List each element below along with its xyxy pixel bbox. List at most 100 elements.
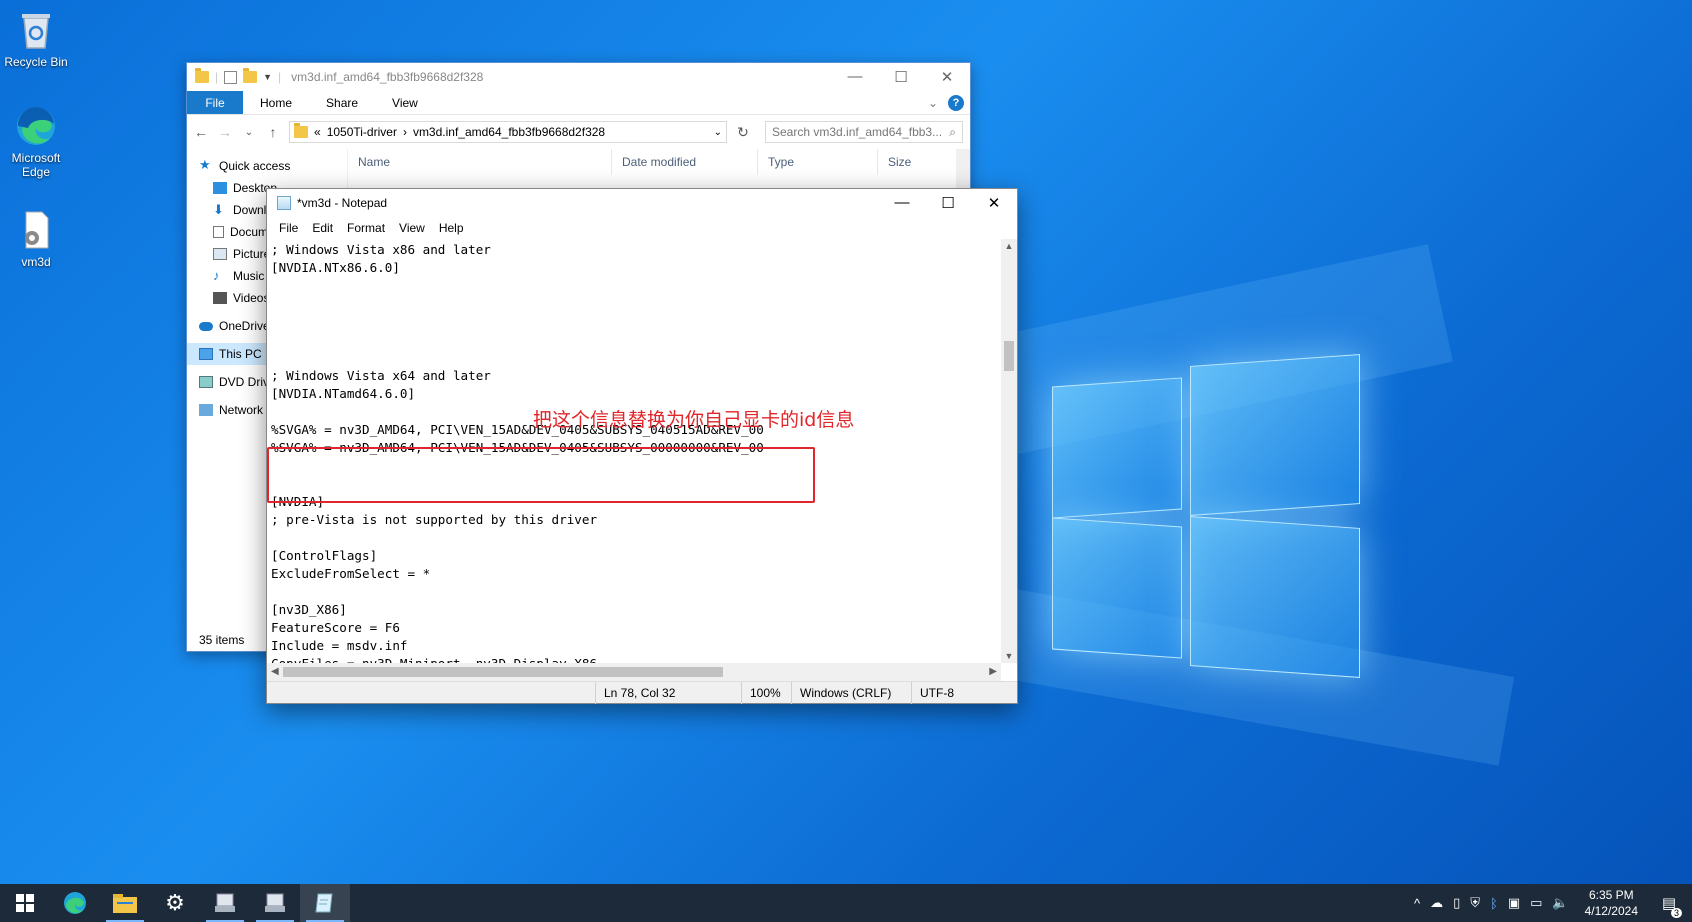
computer-icon <box>199 348 213 360</box>
text-line <box>271 583 997 601</box>
breadcrumb-1050ti-driver[interactable]: 1050Ti-driver <box>327 125 397 139</box>
item-count: 35 items <box>199 633 245 647</box>
notepad-status-bar: Ln 78, Col 32 100% Windows (CRLF) UTF-8 <box>267 681 1017 704</box>
text-line <box>271 313 997 331</box>
back-arrow-icon[interactable]: ← <box>193 124 209 140</box>
taskbar-device-manager[interactable] <box>200 884 250 922</box>
taskbar-notepad[interactable] <box>300 884 350 922</box>
expand-ribbon-icon[interactable]: ⌄ <box>928 96 938 110</box>
address-bar-row: ← → ⌄ ↑ « 1050Ti-driver › vm3d.inf_amd64… <box>187 115 970 149</box>
onedrive-cloud-icon[interactable]: ☁ <box>1430 895 1443 911</box>
scroll-down-arrow-icon[interactable]: ▼ <box>1001 651 1017 661</box>
nav-item-quick-access[interactable]: ★ Quick access <box>187 155 347 177</box>
desktop-icon-vm3d[interactable]: vm3d <box>0 208 74 269</box>
chevron-up-icon[interactable]: ^ <box>1414 896 1420 911</box>
scrollbar-thumb[interactable] <box>1004 341 1014 371</box>
address-bar[interactable]: « 1050Ti-driver › vm3d.inf_amd64_fbb3fb9… <box>289 121 727 143</box>
taskbar: ⚙ ^ ☁ ▯ ⛨ ᛒ ▣ ▭ 🔈 6:35 PM 4/12/2024 ▤ 3 <box>0 884 1692 922</box>
usb-drive-icon[interactable]: ▯ <box>1453 895 1460 911</box>
menu-view[interactable]: View <box>393 221 433 235</box>
text-line <box>271 295 997 313</box>
text-line: [ControlFlags] <box>271 548 378 563</box>
refresh-icon[interactable]: ↻ <box>735 124 751 141</box>
scrollbar-thumb[interactable] <box>283 667 723 677</box>
close-button[interactable]: ✕ <box>924 68 970 86</box>
notepad-vertical-scrollbar[interactable]: ▲ ▼ <box>1001 239 1017 663</box>
breadcrumb-separator[interactable]: › <box>403 125 407 139</box>
scroll-left-arrow-icon[interactable]: ◀ <box>271 663 279 681</box>
start-button[interactable] <box>0 884 50 922</box>
explorer-title: vm3d.inf_amd64_fbb3fb9668d2f328 <box>291 70 484 84</box>
forward-arrow-icon[interactable]: → <box>217 124 233 140</box>
address-dropdown-icon[interactable]: ⌄ <box>714 127 722 138</box>
maximize-button[interactable]: ☐ <box>925 194 971 212</box>
clock[interactable]: 6:35 PM 4/12/2024 <box>1579 887 1644 919</box>
bluetooth-icon[interactable]: ᛒ <box>1490 896 1498 911</box>
maximize-button[interactable]: ☐ <box>878 68 924 86</box>
settings-file-icon <box>14 208 58 252</box>
text-line <box>271 349 997 367</box>
breadcrumb-current-folder[interactable]: vm3d.inf_amd64_fbb3fb9668d2f328 <box>413 125 605 139</box>
security-shield-icon[interactable]: ⛨ <box>1470 895 1480 911</box>
star-icon: ★ <box>199 157 211 172</box>
notepad-horizontal-scrollbar[interactable]: ◀ ▶ <box>267 663 1001 681</box>
document-icon <box>213 226 224 238</box>
menu-file[interactable]: File <box>273 221 306 235</box>
notepad-text-area[interactable]: ; Windows Vista x86 and later [NVDIA.NTx… <box>267 239 1001 663</box>
taskbar-edge[interactable] <box>50 884 100 922</box>
customize-quick-access-icon[interactable]: ▼ <box>263 72 272 82</box>
annotation-text: 把这个信息替换为你自己显卡的id信息 <box>533 409 855 431</box>
explorer-titlebar[interactable]: | ▼ | vm3d.inf_amd64_fbb3fb9668d2f328 — … <box>187 63 970 91</box>
desktop-icon-label: Recycle Bin <box>4 55 68 69</box>
action-center-button[interactable]: ▤ 3 <box>1654 894 1684 918</box>
up-arrow-icon[interactable]: ↑ <box>265 124 281 140</box>
cloud-icon <box>199 321 213 331</box>
tab-file[interactable]: File <box>187 91 243 114</box>
explorer-scrollbar[interactable] <box>956 149 970 189</box>
music-note-icon: ♪ <box>213 268 220 283</box>
tab-home[interactable]: Home <box>243 91 309 114</box>
desktop-icon-recycle-bin[interactable]: Recycle Bin <box>0 8 74 69</box>
text-line: ; Windows Vista x64 and later <box>271 368 491 383</box>
column-header-type[interactable]: Type <box>758 149 878 175</box>
notepad-menu-bar: File Edit Format View Help <box>267 217 1017 239</box>
menu-help[interactable]: Help <box>433 221 472 235</box>
tab-share[interactable]: Share <box>309 91 375 114</box>
text-line <box>271 277 997 295</box>
column-header-name[interactable]: Name <box>348 149 612 175</box>
column-header-size[interactable]: Size <box>878 149 948 175</box>
notepad-icon <box>315 893 333 913</box>
desktop-icon-edge[interactable]: Microsoft Edge <box>0 104 74 179</box>
recycle-bin-icon <box>14 8 58 52</box>
meet-now-icon[interactable]: ▣ <box>1508 895 1520 911</box>
properties-icon[interactable] <box>224 70 238 84</box>
taskbar-file-explorer[interactable] <box>100 884 150 922</box>
notepad-titlebar[interactable]: *vm3d - Notepad — ☐ ✕ <box>267 189 1017 217</box>
search-icon: ⌕ <box>949 124 956 139</box>
menu-edit[interactable]: Edit <box>306 221 341 235</box>
device-manager-icon <box>215 893 235 912</box>
text-line: [NVDIA.NTx86.6.0] <box>271 260 400 275</box>
network-icon[interactable]: ▭ <box>1530 895 1542 911</box>
help-icon[interactable]: ? <box>948 94 964 111</box>
taskbar-device-manager-2[interactable] <box>250 884 300 922</box>
minimize-button[interactable]: — <box>832 68 878 86</box>
tab-view[interactable]: View <box>375 91 435 114</box>
taskbar-settings[interactable]: ⚙ <box>150 884 200 922</box>
breadcrumb-overflow[interactable]: « <box>314 125 321 139</box>
search-box[interactable]: Search vm3d.inf_amd64_fbb3... ⌕ <box>765 121 963 143</box>
zoom-level: 100% <box>741 682 791 704</box>
minimize-button[interactable]: — <box>879 194 925 212</box>
column-header-date-modified[interactable]: Date modified <box>612 149 758 175</box>
dvd-drive-icon <box>199 376 213 388</box>
close-button[interactable]: ✕ <box>971 194 1017 212</box>
folder-icon <box>294 123 308 138</box>
recent-locations-chevron-icon[interactable]: ⌄ <box>241 127 257 138</box>
text-line: CopyFiles = nv3D_Miniport, nv3D_Display_… <box>271 655 997 663</box>
new-folder-icon[interactable] <box>243 68 258 83</box>
scroll-up-arrow-icon[interactable]: ▲ <box>1001 241 1017 251</box>
menu-format[interactable]: Format <box>341 221 393 235</box>
scroll-right-arrow-icon[interactable]: ▶ <box>989 663 997 681</box>
desktop-icon-label: Microsoft Edge <box>11 151 61 179</box>
volume-icon[interactable]: 🔈 <box>1552 895 1568 911</box>
